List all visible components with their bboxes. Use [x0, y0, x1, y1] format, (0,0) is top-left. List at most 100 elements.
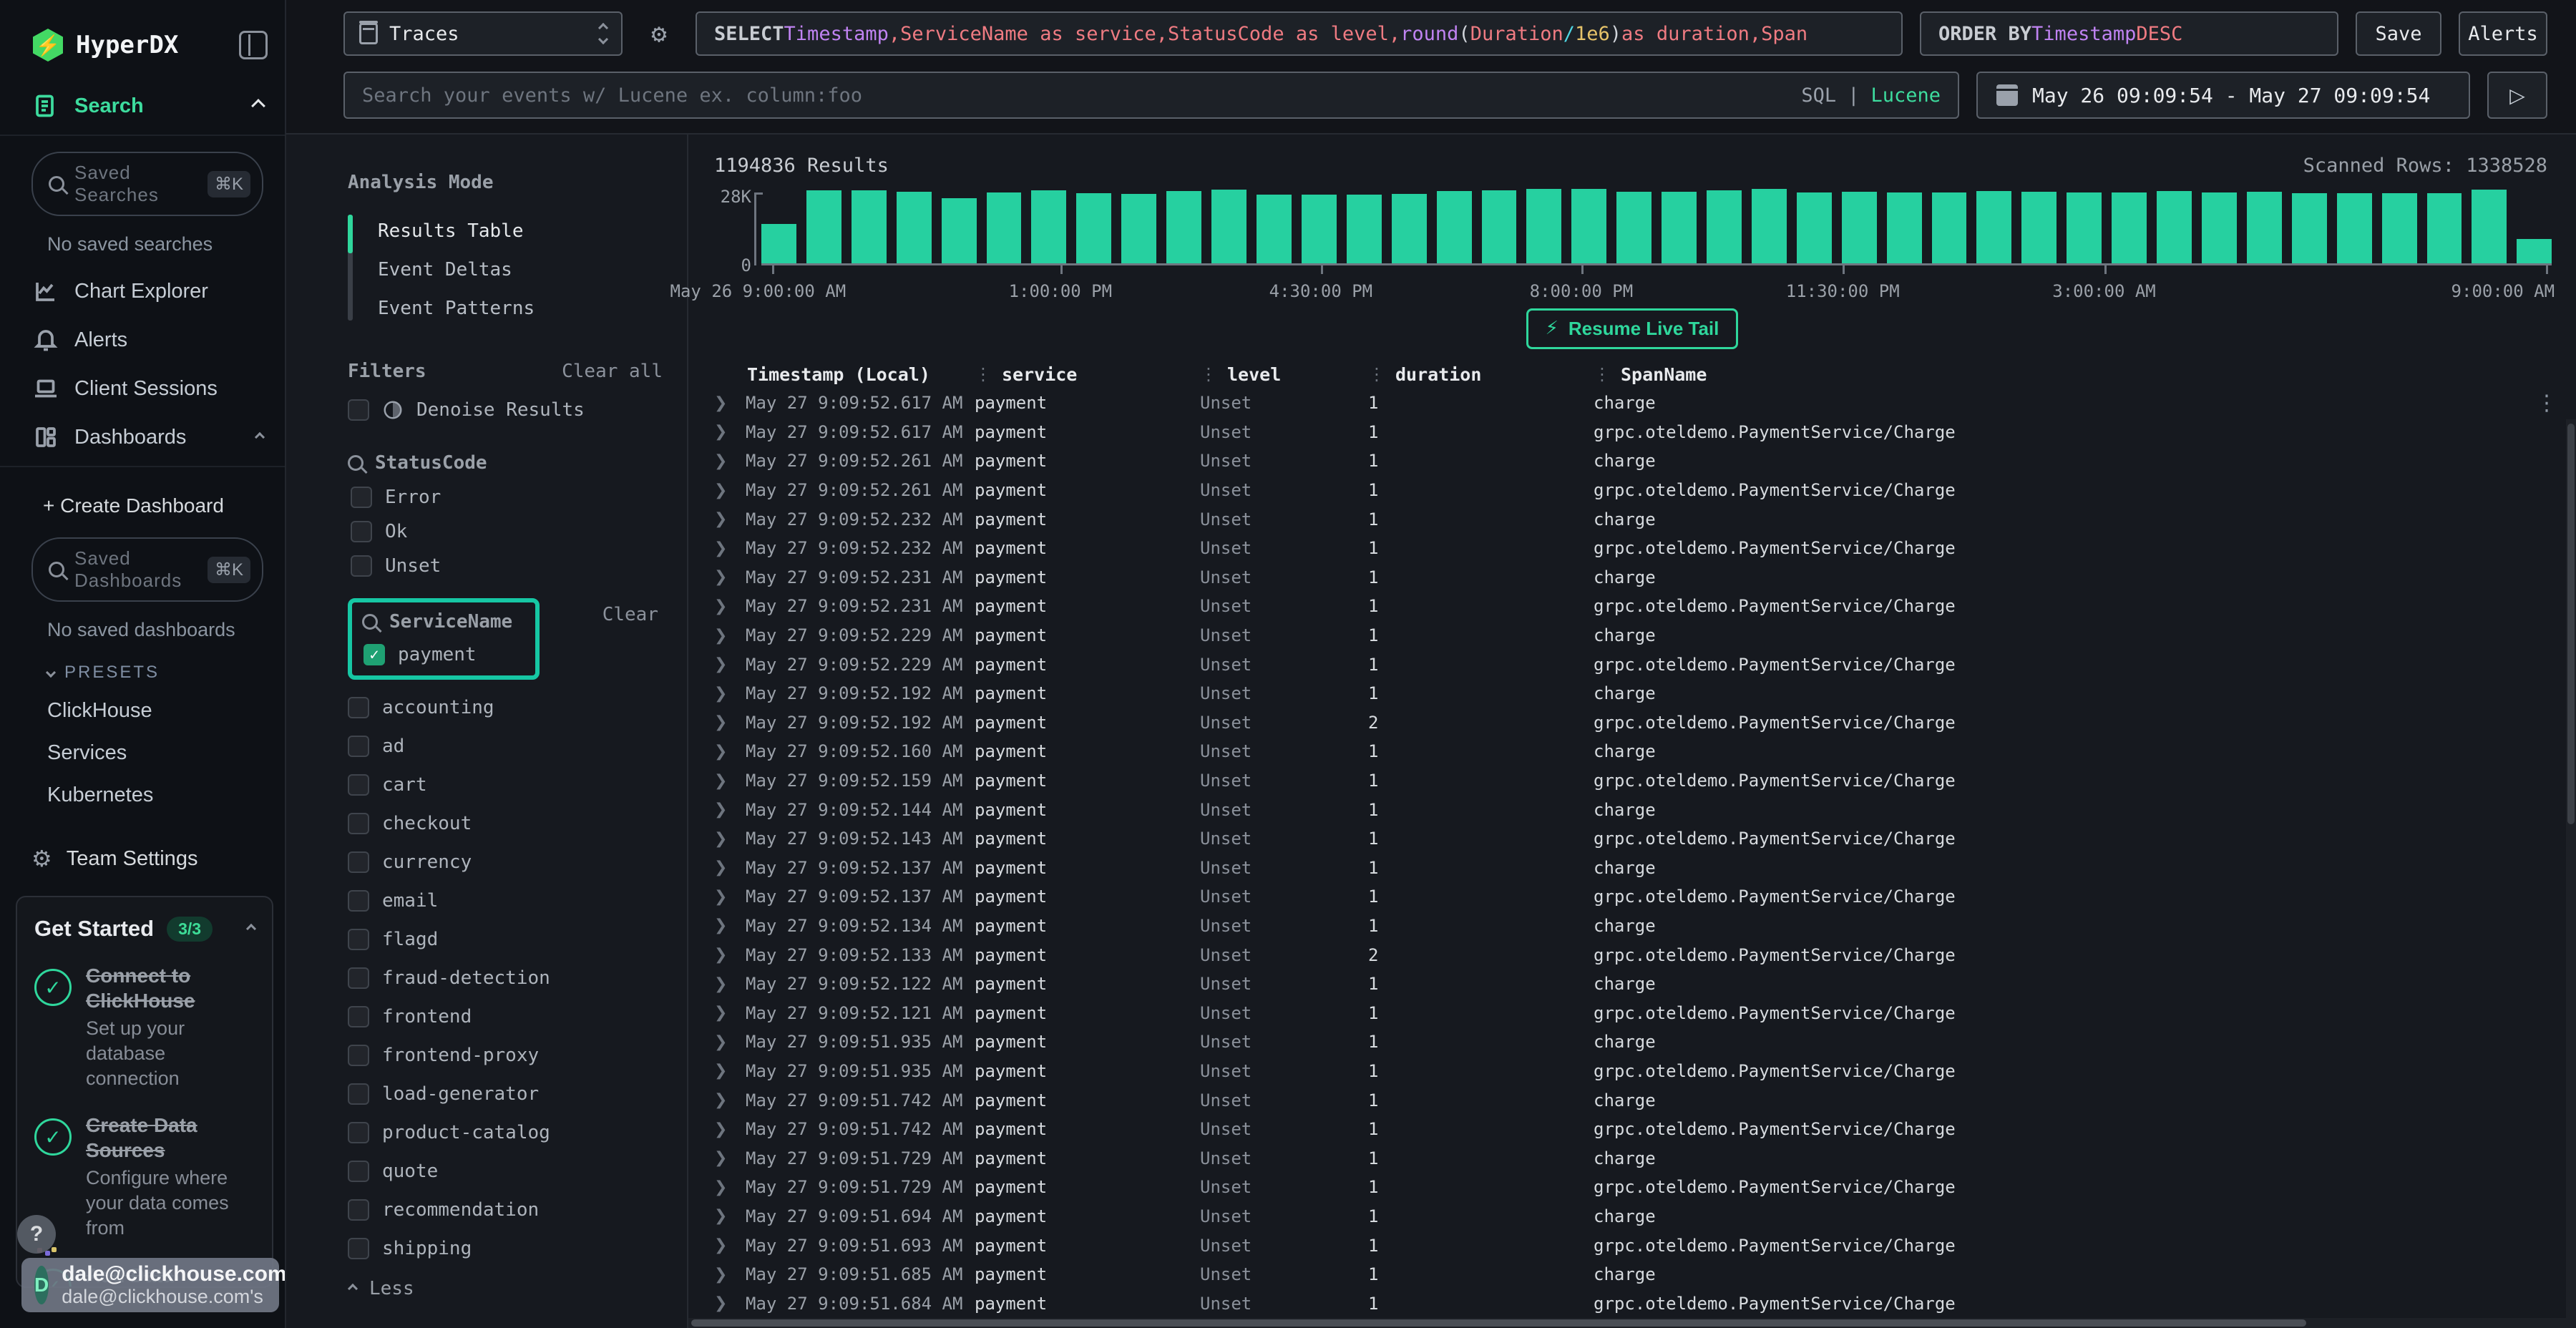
- chevron-up-icon[interactable]: [251, 99, 265, 113]
- histogram-bar[interactable]: [1257, 195, 1292, 263]
- filter-option-frontend[interactable]: frontend: [348, 1006, 673, 1027]
- histogram-bar[interactable]: [1571, 189, 1606, 263]
- sidebar-item-chart-explorer[interactable]: Chart Explorer: [0, 267, 285, 316]
- mode-event-patterns[interactable]: Event Patterns: [348, 289, 673, 328]
- unchecked-checkbox[interactable]: [348, 890, 369, 912]
- histogram-bar[interactable]: [2157, 191, 2192, 263]
- row-expand-icon[interactable]: ❯: [714, 452, 746, 470]
- row-expand-icon[interactable]: ❯: [714, 510, 746, 528]
- histogram-bar[interactable]: [2202, 192, 2237, 263]
- table-row[interactable]: ❯May 27 9:09:51.935 AMpaymentUnset1charg…: [688, 1027, 2576, 1057]
- filter-option-checkout[interactable]: checkout: [348, 813, 673, 834]
- sidebar-item-alerts[interactable]: Alerts: [0, 316, 285, 364]
- histogram-bar[interactable]: [1887, 192, 1922, 263]
- clear-all-button[interactable]: Clear all: [562, 361, 663, 382]
- histogram-bar[interactable]: [1211, 190, 1246, 263]
- unchecked-checkbox[interactable]: [348, 929, 369, 950]
- histogram-bar[interactable]: [1302, 195, 1337, 263]
- source-settings-button[interactable]: ⚙: [640, 11, 678, 56]
- histogram-bar[interactable]: [2472, 190, 2507, 263]
- unchecked-checkbox[interactable]: [351, 521, 372, 542]
- row-expand-icon[interactable]: ❯: [714, 1178, 746, 1196]
- row-expand-icon[interactable]: ❯: [714, 423, 746, 441]
- sql-select-input[interactable]: SELECT Timestamp, ServiceName as service…: [696, 11, 1903, 56]
- row-expand-icon[interactable]: ❯: [714, 713, 746, 731]
- row-expand-icon[interactable]: ❯: [714, 627, 746, 645]
- horizontal-scrollbar-thumb[interactable]: [691, 1319, 2306, 1327]
- get-started-item[interactable]: ✓Connect to ClickHouseSet up your databa…: [34, 963, 255, 1091]
- filter-option-payment[interactable]: ✓ payment: [364, 644, 524, 665]
- unchecked-checkbox[interactable]: [348, 1045, 369, 1066]
- unchecked-checkbox[interactable]: [351, 555, 372, 577]
- table-row[interactable]: ❯May 27 9:09:52.229 AMpaymentUnset1grpc.…: [688, 650, 2576, 679]
- event-search-input[interactable]: Search your events w/ Lucene ex. column:…: [343, 72, 1959, 119]
- row-expand-icon[interactable]: ❯: [714, 801, 746, 819]
- row-expand-icon[interactable]: ❯: [714, 394, 746, 412]
- unchecked-checkbox[interactable]: [348, 967, 369, 989]
- mode-results-table[interactable]: Results Table: [348, 212, 673, 250]
- table-row[interactable]: ❯May 27 9:09:52.617 AMpaymentUnset1charg…: [688, 389, 2576, 418]
- row-expand-icon[interactable]: ❯: [714, 655, 746, 673]
- row-expand-icon[interactable]: ❯: [714, 1207, 746, 1225]
- filter-option-error[interactable]: Error: [351, 487, 673, 508]
- unchecked-checkbox[interactable]: [348, 1006, 369, 1027]
- presets-section[interactable]: PRESETS: [0, 653, 285, 690]
- histogram-bar[interactable]: [2427, 193, 2462, 263]
- saved-searches-input[interactable]: Saved Searches ⌘K: [31, 152, 263, 216]
- filter-option-frontend-proxy[interactable]: frontend-proxy: [348, 1045, 673, 1066]
- row-expand-icon[interactable]: ❯: [714, 859, 746, 877]
- column-header-level[interactable]: ⋮ level: [1200, 364, 1368, 385]
- row-expand-icon[interactable]: ❯: [714, 772, 746, 790]
- horizontal-scrollbar[interactable]: [688, 1318, 2566, 1328]
- checked-checkbox[interactable]: ✓: [364, 644, 385, 665]
- unchecked-checkbox[interactable]: [348, 1083, 369, 1105]
- filter-option-currency[interactable]: currency: [348, 851, 673, 873]
- table-row[interactable]: ❯May 27 9:09:52.160 AMpaymentUnset1charg…: [688, 737, 2576, 766]
- table-row[interactable]: ❯May 27 9:09:51.729 AMpaymentUnset1charg…: [688, 1143, 2576, 1173]
- chevron-up-icon[interactable]: [255, 432, 265, 442]
- table-row[interactable]: ❯May 27 9:09:51.684 AMpaymentUnset1grpc.…: [688, 1289, 2576, 1318]
- table-row[interactable]: ❯May 27 9:09:51.742 AMpaymentUnset1charg…: [688, 1085, 2576, 1115]
- row-expand-icon[interactable]: ❯: [714, 1062, 746, 1080]
- histogram-bar[interactable]: [2382, 193, 2417, 263]
- run-query-button[interactable]: ▷: [2487, 72, 2547, 119]
- alerts-button[interactable]: Alerts: [2459, 11, 2547, 56]
- unchecked-checkbox[interactable]: [348, 1199, 369, 1221]
- row-expand-icon[interactable]: ❯: [714, 1120, 746, 1138]
- sidebar-collapse-icon[interactable]: [239, 31, 268, 59]
- histogram-bar[interactable]: [2112, 192, 2147, 263]
- filter-option-cart[interactable]: cart: [348, 774, 673, 796]
- row-expand-icon[interactable]: ❯: [714, 1004, 746, 1022]
- results-histogram[interactable]: 28K 0 May 26 9:00:00 AM1:00:00 PM4:30:00…: [714, 188, 2559, 297]
- table-row[interactable]: ❯May 27 9:09:51.694 AMpaymentUnset1charg…: [688, 1202, 2576, 1231]
- row-expand-icon[interactable]: ❯: [714, 482, 746, 499]
- saved-dashboards-input[interactable]: Saved Dashboards ⌘K: [31, 537, 263, 602]
- row-expand-icon[interactable]: ❯: [714, 917, 746, 934]
- date-range-picker[interactable]: May 26 09:09:54 - May 27 09:09:54: [1976, 72, 2470, 119]
- row-expand-icon[interactable]: ❯: [714, 888, 746, 906]
- histogram-bar[interactable]: [2067, 192, 2102, 263]
- histogram-bar[interactable]: [806, 190, 841, 263]
- filter-option-ok[interactable]: Ok: [351, 521, 673, 542]
- histogram-bar[interactable]: [1797, 192, 1832, 263]
- mode-event-deltas[interactable]: Event Deltas: [348, 250, 673, 289]
- histogram-bar[interactable]: [1392, 194, 1427, 263]
- histogram-bar[interactable]: [1976, 191, 2011, 263]
- unchecked-checkbox[interactable]: [348, 1161, 369, 1182]
- order-by-input[interactable]: ORDER BY Timestamp DESC: [1920, 11, 2338, 56]
- column-drag-icon[interactable]: ⋮: [1594, 364, 1611, 384]
- resume-live-tail-button[interactable]: ⚡ Resume Live Tail: [1526, 308, 1739, 349]
- column-header-timestamp[interactable]: Timestamp (Local): [714, 364, 975, 385]
- filter-option-unset[interactable]: Unset: [351, 555, 673, 577]
- table-row[interactable]: ❯May 27 9:09:52.261 AMpaymentUnset1grpc.…: [688, 476, 2576, 505]
- histogram-bar[interactable]: [897, 192, 932, 263]
- row-expand-icon[interactable]: ❯: [714, 597, 746, 615]
- filter-option-recommendation[interactable]: recommendation: [348, 1199, 673, 1221]
- search-icon[interactable]: [362, 614, 378, 630]
- histogram-bar[interactable]: [1526, 189, 1561, 263]
- table-row[interactable]: ❯May 27 9:09:52.137 AMpaymentUnset1charg…: [688, 854, 2576, 883]
- table-row[interactable]: ❯May 27 9:09:52.159 AMpaymentUnset1grpc.…: [688, 766, 2576, 796]
- table-row[interactable]: ❯May 27 9:09:51.693 AMpaymentUnset1grpc.…: [688, 1231, 2576, 1260]
- histogram-bar[interactable]: [1616, 192, 1652, 263]
- table-row[interactable]: ❯May 27 9:09:52.192 AMpaymentUnset1charg…: [688, 679, 2576, 708]
